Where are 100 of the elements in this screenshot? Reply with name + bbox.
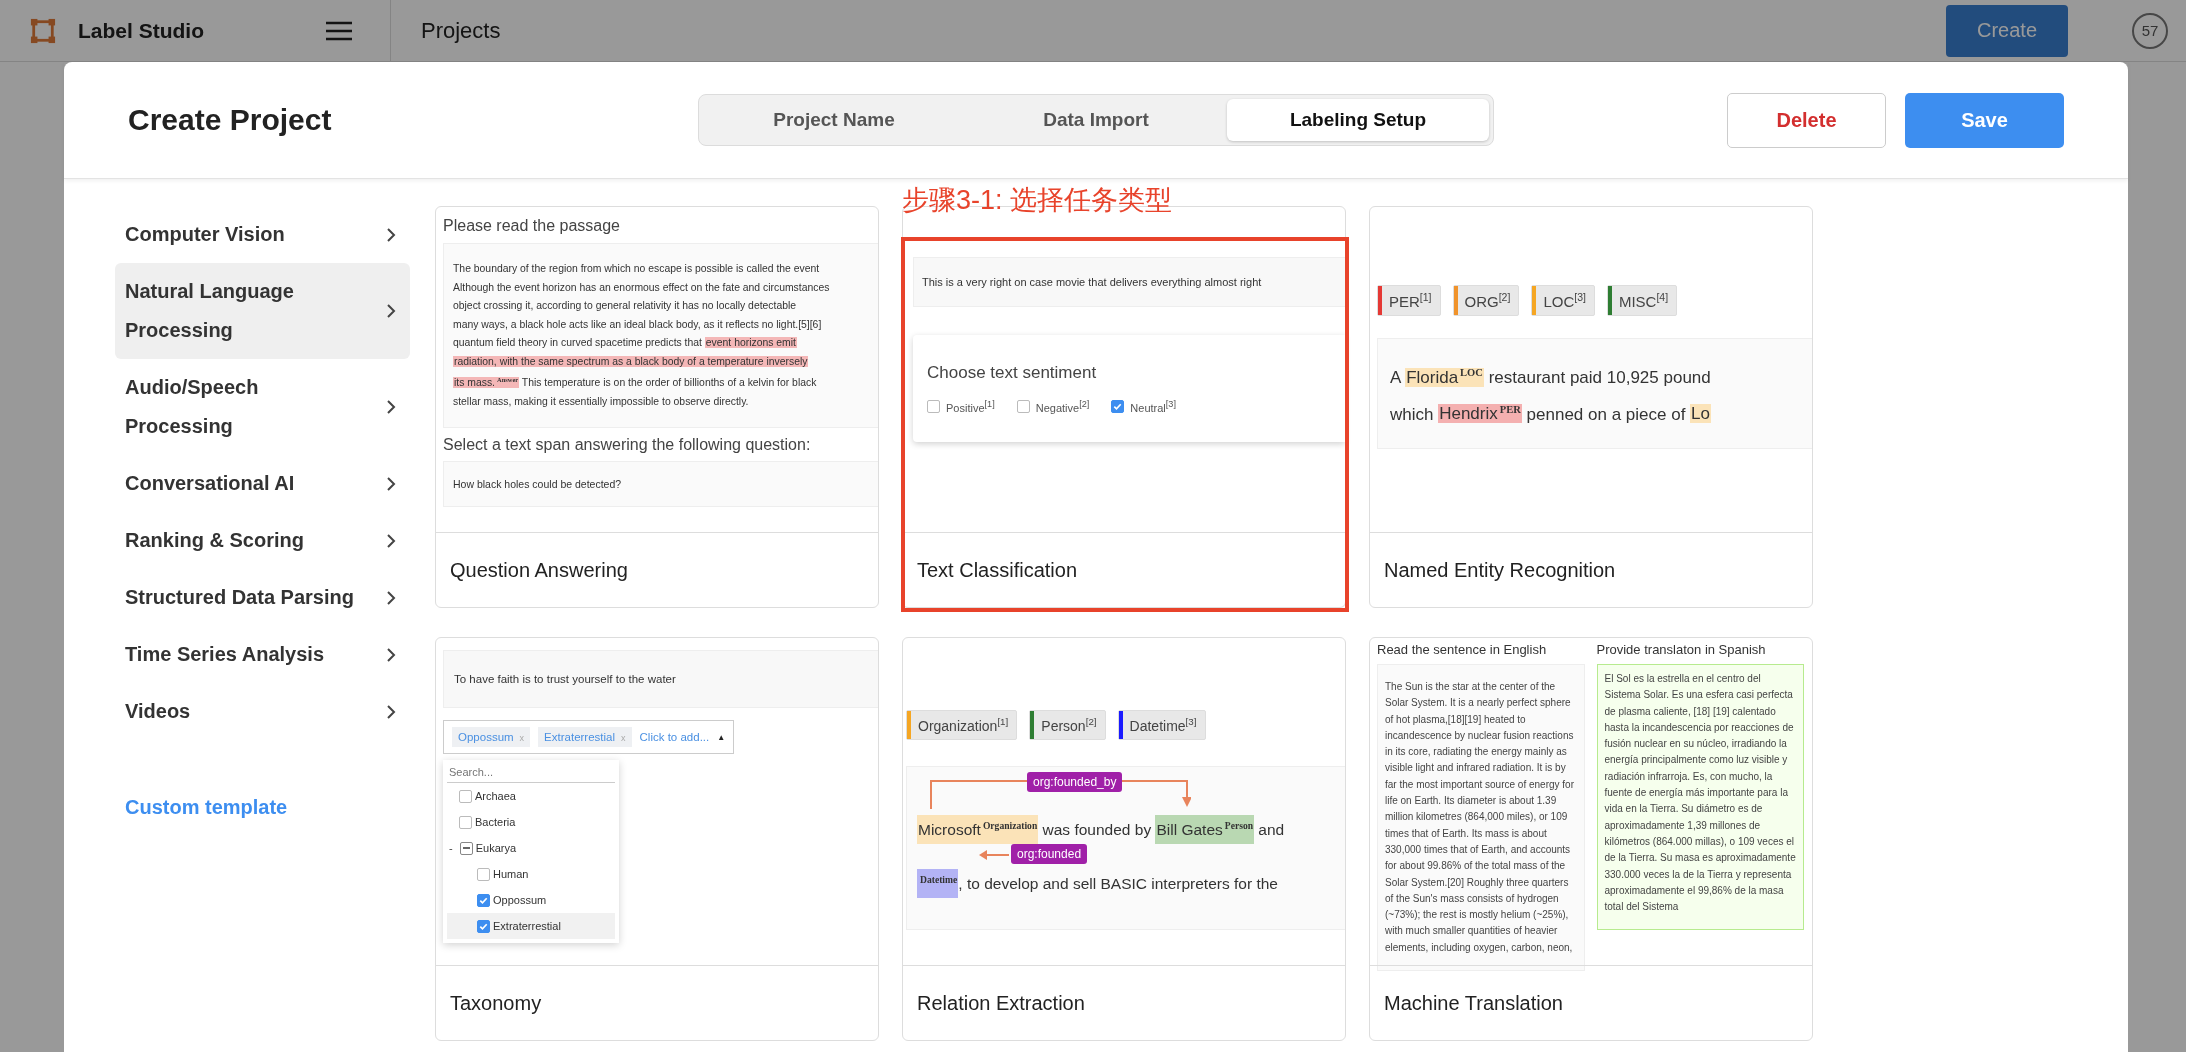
passage-text: This temperature is on the order of billionths of a kelvin for black — [520, 377, 817, 389]
tree-item-label: Bacteria — [475, 815, 516, 830]
label-tag[interactable]: MISC$^{[4]}$ — [1606, 285, 1678, 316]
label-tag[interactable]: Organization$^{[1]}$ — [906, 710, 1018, 740]
category-label: Structured Data Parsing — [125, 585, 354, 610]
chevron-right-icon — [386, 532, 396, 549]
chip-label: Oppossum — [458, 731, 514, 743]
passage-text: many ways, a black hole acts like an ideal black body, as it reflects no light.[5][6] — [453, 318, 822, 330]
category-item[interactable]: Videos — [115, 683, 410, 740]
checkbox[interactable] — [477, 893, 490, 907]
category-label: Time Series Analysis — [125, 642, 324, 667]
template-title: Relation Extraction — [917, 991, 1085, 1015]
user-avatar[interactable]: 57 — [2132, 12, 2168, 49]
template-title: Machine Translation — [1384, 991, 1563, 1015]
label-text: MISC$^{[4]}$ — [1618, 291, 1669, 310]
review-text: This is a very right on case movie that delivers everything almost right — [922, 276, 1262, 288]
passage-text: and — [1257, 820, 1285, 838]
category-item[interactable]: Computer Vision — [115, 206, 410, 263]
collapse-toggle[interactable]: - — [449, 835, 453, 861]
category-item[interactable]: Ranking & Scoring — [115, 512, 410, 569]
checkbox[interactable] — [477, 867, 490, 881]
relation-label[interactable]: org:founded_by — [1027, 771, 1123, 792]
entity-text: event horizons emit — [705, 337, 796, 348]
passage-text: object crossing it, according to general relativity it has no locally detectable — [453, 300, 797, 311]
passage-text: penned on a piece of — [1525, 404, 1687, 424]
delete-button[interactable]: Delete — [1727, 92, 1886, 148]
label-tag[interactable]: Person$^{[2]}$ — [1029, 710, 1106, 740]
question-heading: Select a text span answering the following question: — [443, 436, 812, 455]
tree-item[interactable]: Bacteria — [447, 809, 615, 835]
choice-label: Negative$^{[2]}$ — [1035, 399, 1090, 414]
add-placeholder: Click to add... — [639, 731, 710, 743]
checkbox[interactable] — [459, 815, 472, 829]
label-tag[interactable]: ORG$^{[2]}$ — [1452, 285, 1520, 316]
entity-text: radiation, with the same spectrum as a black body of a temperature inversely — [454, 355, 808, 367]
passage-text: quantum field theory in curved spacetime predicts that — [453, 337, 703, 348]
checkbox[interactable] — [477, 919, 490, 933]
label-tag[interactable]: PER$^{[1]}$ — [1377, 285, 1441, 316]
chevron-right-icon — [386, 399, 396, 415]
label-text: Person$^{[2]}$ — [1041, 716, 1097, 734]
template-card[interactable]: PER$^{[1]}$ ORG$^{[2]}$ LOC$^{[3]}$ MISC$^{[4]}$ A Florida$^{LOC}$ restaurant paid 10,925 pound which Hendrix$^{PER}$ penned on a piece of Lo Named Entity Recognition — [1369, 206, 1813, 608]
step-tab[interactable]: Project Name — [703, 99, 965, 141]
template-title: Text Classification — [917, 558, 1078, 582]
translation-field[interactable]: El Sol es la estrella en el centro del Sistema Solar. Es una esfera casi perfecta de plasma caliente, [18] [19] calentado hasta la incandescencia por reacciones de fusión nuclear en su núcleo, irradiando la energía principalmente como luz visible y radiación infrarroja. Es, con mucho, la fuente de energía más importante para la vida en la Tierra. Su diámetro es de aproximadamente 1,39 millones de kilómetros (864.000 millas), o 109 veces el de la Tierra. Su masa es aproximadamente 330.000 veces la de la Tierra y representa aproximadamente el 99,86% de la masa total del Sistema — [1596, 664, 1804, 931]
category-item[interactable]: Audio/Speech Processing — [115, 359, 410, 455]
target-heading: Provide translaton in Spanish — [1596, 642, 1767, 657]
tree-item-label: Extraterrestial — [493, 919, 561, 934]
tree-item[interactable]: Archaea — [447, 783, 615, 809]
tree-item[interactable]: Extraterrestial — [447, 913, 615, 939]
chevron-right-icon — [386, 226, 396, 243]
passage-text: A — [1390, 367, 1402, 387]
choice-label: Positive$^{[1]}$ — [946, 399, 995, 414]
category-label: Computer Vision — [125, 222, 285, 247]
checkbox[interactable] — [459, 789, 472, 803]
label-tag[interactable]: LOC$^{[3]}$ — [1531, 285, 1595, 316]
chevron-right-icon — [386, 589, 396, 606]
source-text: The Sun is the star at the center of the Solar System. It is a nearly perfect sphere of hot plasma,[18][19] heated to incandescence by nuclear fusion reactions in its core, radiating the energy mainly as visible light and infrared radiation. It is by far the most important source of energy for life on Earth. Its diameter is about 1.39 million kilometres (864,000 miles), or 109 times that of Earth. Its mass is about 330,000 times that of Earth, and accounts for about 99.86% of the total mass of the Solar System.[20] Roughly three quarters of the Sun's mass consists of hydrogen (~73%); the rest is mostly helium (~25%), with much smaller quantities of heavier elements, including oxygen, carbon, neon, — [1377, 664, 1585, 972]
checkbox[interactable] — [1111, 399, 1125, 413]
caret-icon: ▲ — [717, 732, 726, 742]
chevron-right-icon — [386, 475, 396, 492]
entity-label: PER — [1499, 403, 1521, 415]
chevron-right-icon — [386, 646, 396, 663]
app-name: Label Studio — [78, 18, 204, 43]
template-title: Taxonomy — [450, 991, 542, 1015]
entity-label: LOC — [1460, 367, 1483, 378]
step-tab[interactable]: Data Import — [965, 99, 1227, 141]
template-card[interactable]: To have faith is to trust yourself to the water Oppossum x Extraterrestial x Click to add... ▲ Search... Archaea Bacteria - Eukarya Human Oppossum Extraterrestial Taxonomy — [435, 637, 879, 1041]
checkbox[interactable] — [927, 399, 940, 413]
template-card[interactable] — [902, 637, 1346, 1041]
passage-text: The boundary of the region from which no escape is possible is called the event — [453, 263, 820, 274]
template-card[interactable] — [1369, 637, 1813, 1041]
entity-label: Person — [1224, 819, 1254, 831]
sentence-text: To have faith is to trust yourself to the water — [454, 673, 676, 685]
passage-heading: Please read the passage — [443, 217, 621, 235]
tree-item[interactable]: Oppossum — [447, 887, 615, 913]
entity-text: its mass. — [454, 377, 495, 389]
category-item[interactable]: Conversational AI — [115, 455, 410, 512]
step-tab[interactable]: Labeling Setup — [1227, 99, 1489, 141]
category-label: Videos — [125, 699, 191, 724]
entity-text: Florida — [1406, 367, 1459, 387]
chip-label: Extraterrestial — [544, 731, 616, 743]
tree-item[interactable]: Human — [447, 861, 615, 887]
template-card[interactable] — [435, 206, 879, 608]
entity-text: Microsoft — [918, 820, 981, 838]
label-tag[interactable]: Datetime$^{[3]}$ — [1117, 710, 1206, 740]
tree-item[interactable]: - Eukarya — [447, 835, 615, 861]
passage-text: , to develop and sell BASIC interpreters for the — [958, 874, 1278, 892]
category-item[interactable]: Structured Data Parsing — [115, 569, 410, 626]
checkbox[interactable] — [459, 841, 473, 855]
entity-label: Datetime — [920, 873, 958, 885]
category-item[interactable]: Time Series Analysis — [115, 626, 410, 683]
checkbox[interactable] — [1016, 399, 1030, 413]
label-text: Datetime$^{[3]}$ — [1129, 716, 1197, 734]
template-title: Named Entity Recognition — [1384, 558, 1616, 582]
relation-label[interactable]: org:founded — [1011, 843, 1088, 864]
tree-item-label: Oppossum — [493, 893, 547, 908]
passage-text: was founded by — [1041, 820, 1153, 838]
menu-icon[interactable] — [324, 20, 354, 41]
category-item[interactable]: Natural Language Processing — [115, 263, 410, 359]
choices-heading: Choose text sentiment — [927, 363, 1098, 383]
source-heading: Read the sentence in English — [1377, 642, 1548, 657]
